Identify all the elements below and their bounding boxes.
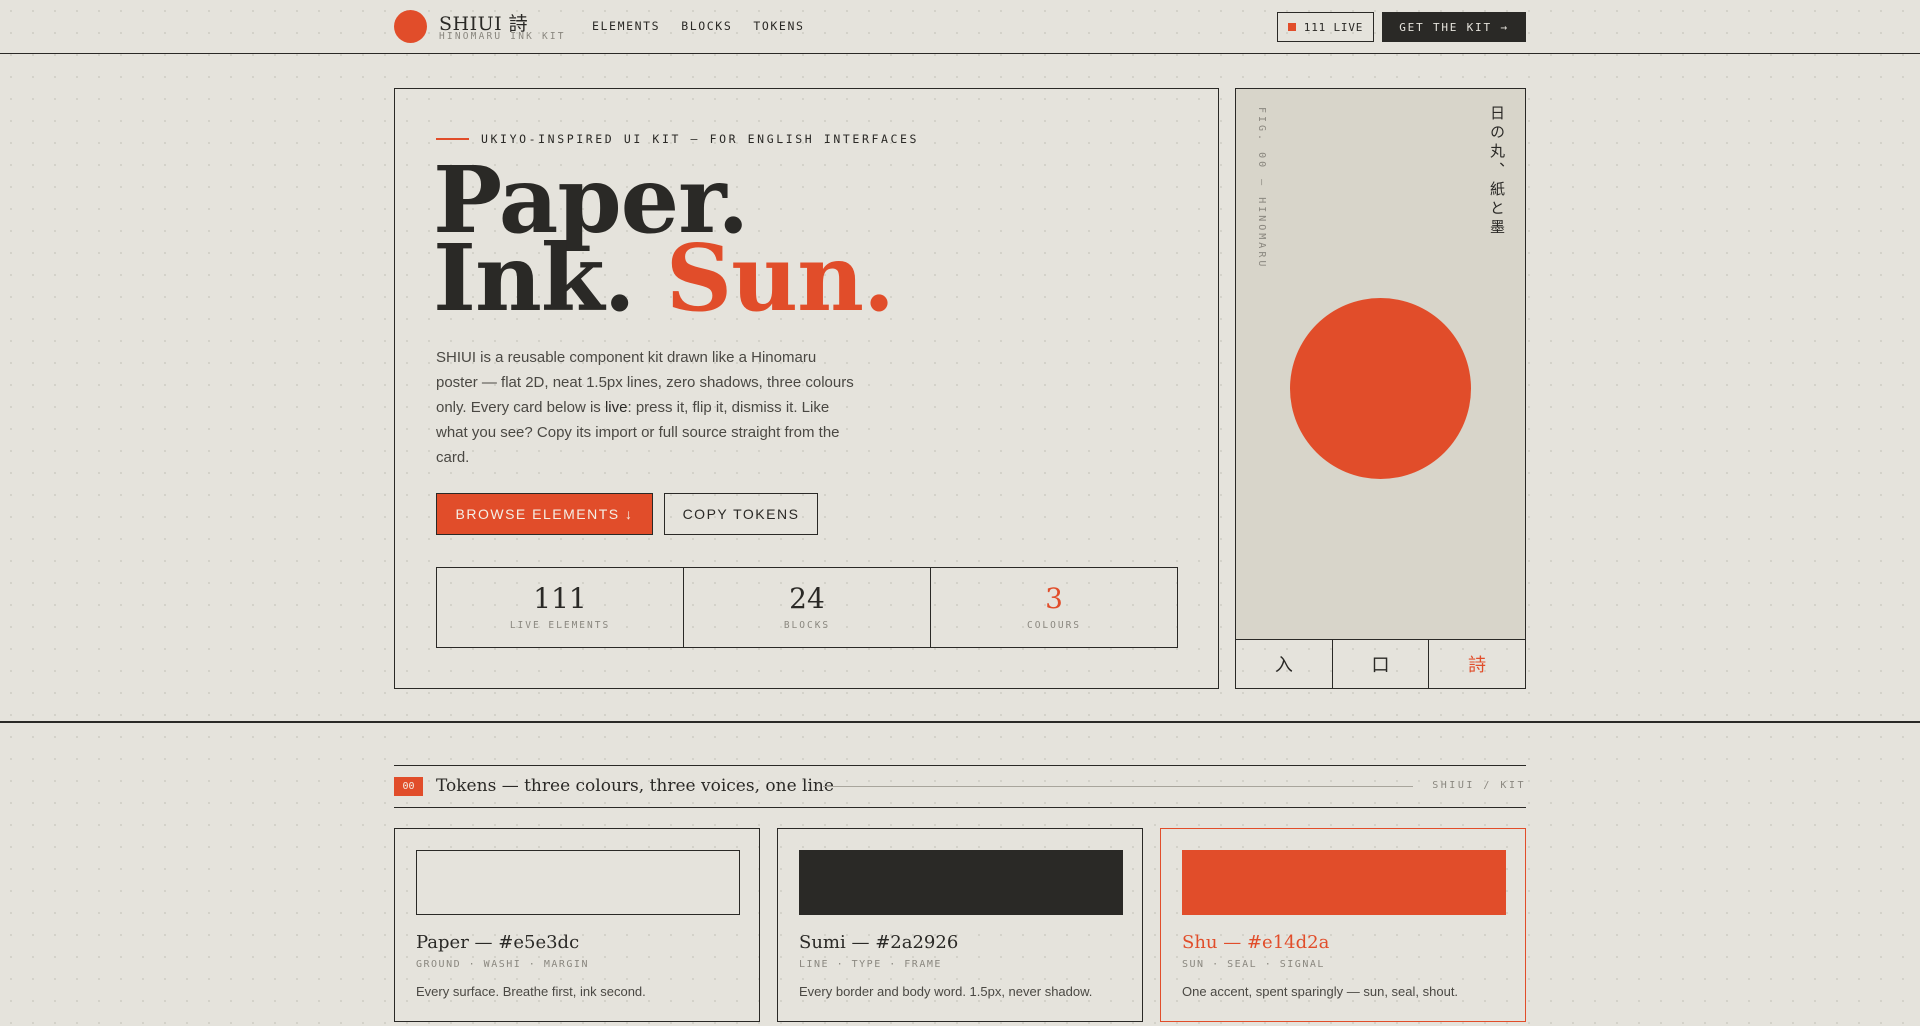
copy-tokens-button[interactable]: COPY TOKENS xyxy=(664,493,818,535)
live-dot-icon xyxy=(1287,23,1296,31)
poster-tab-2[interactable]: 口 xyxy=(1333,640,1430,688)
brand-sun-logo[interactable] xyxy=(394,10,427,43)
token-tags: LINE · TYPE · FRAME xyxy=(799,959,942,970)
hinomaru-poster: FIG. 00 — HINOMARU 日の丸、紙と墨 入 口 詩 xyxy=(1235,88,1526,689)
color-swatch xyxy=(416,850,740,915)
token-card-paper[interactable]: Paper — #e5e3dc GROUND · WASHI · MARGIN … xyxy=(394,828,760,1022)
stat-blocks: 24 BLOCKS xyxy=(684,568,931,647)
section-divider xyxy=(0,721,1920,723)
brand-subtitle: HINOMARU INK KIT xyxy=(439,31,566,42)
main-nav: ELEMENTS BLOCKS TOKENS xyxy=(592,19,805,33)
poster-poem: 日の丸、紙と墨 xyxy=(1488,105,1506,238)
sun-disc xyxy=(1290,298,1471,479)
eyebrow-text: UKIYO-INSPIRED UI KIT — FOR ENGLISH INTE… xyxy=(481,132,920,146)
color-swatch xyxy=(799,850,1123,915)
browse-elements-button[interactable]: BROWSE ELEMENTS ↓ xyxy=(436,493,653,535)
stat-value: 24 xyxy=(789,582,825,615)
poster-art: FIG. 00 — HINOMARU 日の丸、紙と墨 xyxy=(1236,89,1525,640)
token-description: Every border and body word. 1.5px, never… xyxy=(799,984,1093,999)
live-count-badge[interactable]: 111 LIVE xyxy=(1277,12,1374,42)
section-meta: SHIUI / KIT xyxy=(1432,780,1526,791)
stat-colours: 3 COLOURS xyxy=(931,568,1177,647)
hero-eyebrow: UKIYO-INSPIRED UI KIT — FOR ENGLISH INTE… xyxy=(436,132,919,146)
stats-row: 111 LIVE ELEMENTS 24 BLOCKS 3 COLOURS xyxy=(436,567,1178,648)
token-name: Shu — #e14d2a xyxy=(1182,932,1330,953)
token-tags: GROUND · WASHI · MARGIN xyxy=(416,959,589,970)
token-card-shu[interactable]: Shu — #e14d2a SUN · SEAL · SIGNAL One ac… xyxy=(1160,828,1526,1022)
token-card-sumi[interactable]: Sumi — #2a2926 LINE · TYPE · FRAME Every… xyxy=(777,828,1143,1022)
hero-headline: Paper. Ink. Sun. xyxy=(433,154,895,324)
headline-accent: Sun. xyxy=(665,224,895,332)
color-swatch xyxy=(1182,850,1506,915)
token-description: One accent, spent sparingly — sun, seal,… xyxy=(1182,984,1459,999)
token-description: Every surface. Breathe first, ink second… xyxy=(416,984,646,999)
poster-tab-3[interactable]: 詩 xyxy=(1429,640,1525,688)
intro-live: live xyxy=(604,399,628,416)
nav-elements[interactable]: ELEMENTS xyxy=(592,19,660,33)
poster-tab-1[interactable]: 入 xyxy=(1236,640,1333,688)
tokens-section-header: 00 Tokens — three colours, three voices,… xyxy=(394,765,1526,808)
section-title: Tokens — three colours, three voices, on… xyxy=(436,776,834,796)
stat-label: COLOURS xyxy=(1026,620,1082,631)
hero-intro: SHIUI is a reusable component kit drawn … xyxy=(436,345,856,470)
stat-live-elements: 111 LIVE ELEMENTS xyxy=(437,568,684,647)
get-kit-button[interactable]: GET THE KIT → xyxy=(1382,12,1526,42)
fig-label: FIG. 00 — HINOMARU xyxy=(1256,107,1267,270)
stat-label: LIVE ELEMENTS xyxy=(509,620,611,631)
eyebrow-rule xyxy=(436,138,469,140)
headline-line-2a: Ink. xyxy=(433,224,636,332)
token-name: Paper — #e5e3dc xyxy=(416,932,580,953)
nav-tokens[interactable]: TOKENS xyxy=(753,19,804,33)
hero-card: UKIYO-INSPIRED UI KIT — FOR ENGLISH INTE… xyxy=(394,88,1219,689)
stat-label: BLOCKS xyxy=(783,620,831,631)
nav-blocks[interactable]: BLOCKS xyxy=(681,19,732,33)
token-tags: SUN · SEAL · SIGNAL xyxy=(1182,959,1325,970)
section-header-rule xyxy=(823,786,1413,787)
section-number-badge: 00 xyxy=(394,777,423,796)
stat-value: 111 xyxy=(533,582,587,615)
top-bar: SHIUI 詩 HINOMARU INK KIT ELEMENTS BLOCKS… xyxy=(0,0,1920,54)
token-name: Sumi — #2a2926 xyxy=(799,932,959,953)
poster-tabs: 入 口 詩 xyxy=(1236,640,1525,688)
live-count-label: 111 LIVE xyxy=(1303,20,1364,34)
stat-value: 3 xyxy=(1045,582,1063,615)
